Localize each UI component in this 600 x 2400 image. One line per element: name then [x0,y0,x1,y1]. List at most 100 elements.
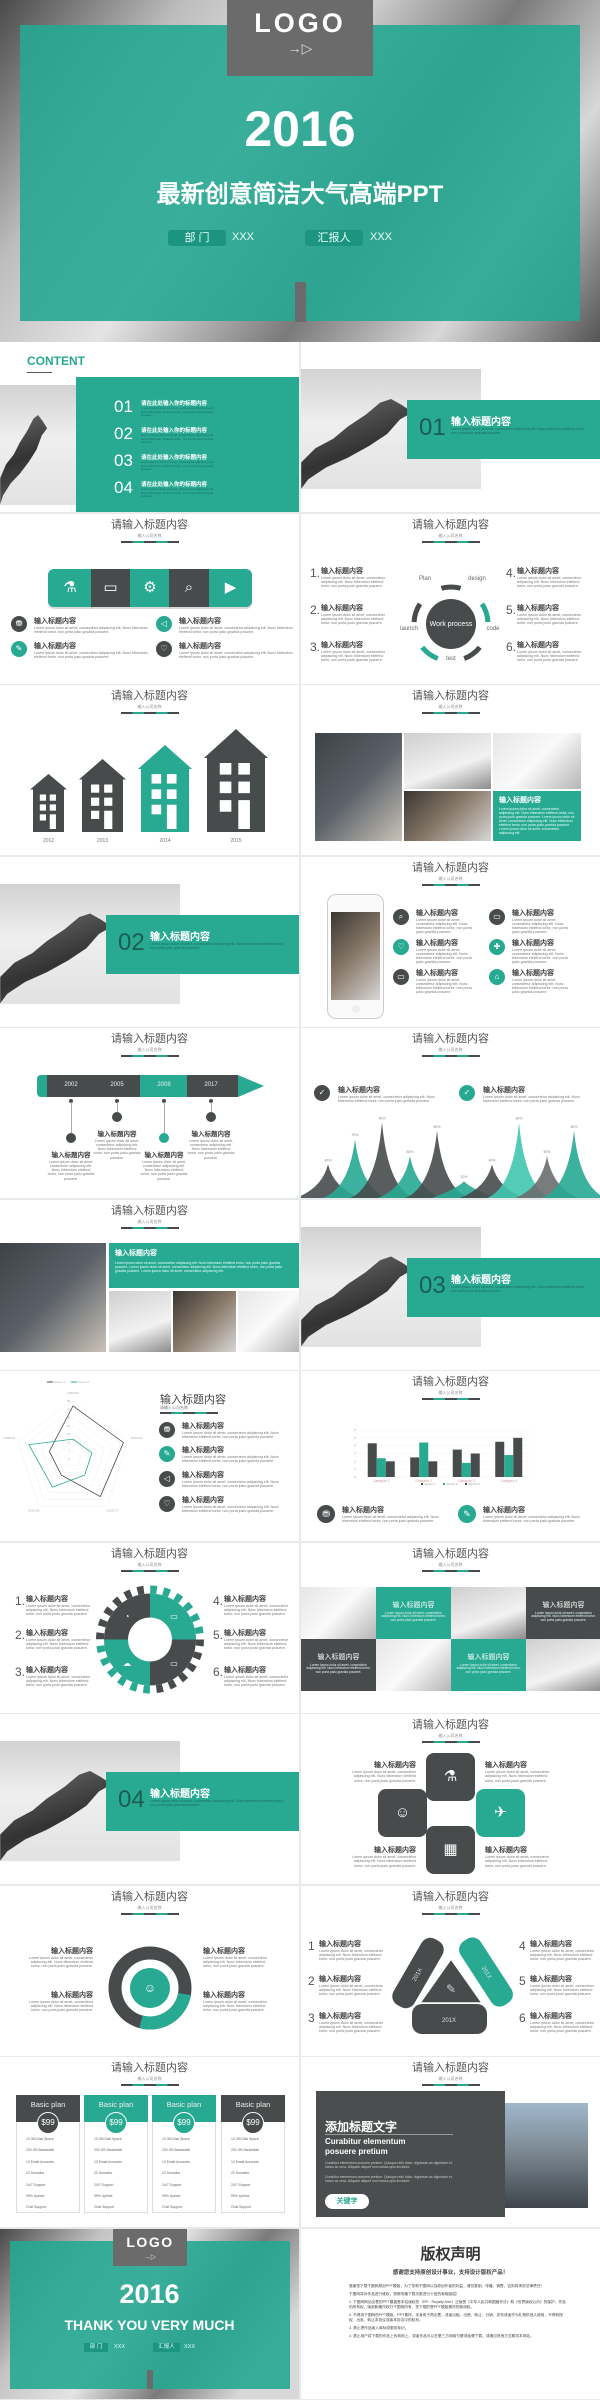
keyword-paragraph: Curabitur elementum posuere pretium. Qui… [325,2161,453,2170]
city-photo [505,2103,588,2208]
item-text: Lorem ipsum dolor sit amet, consectetur … [319,1983,383,1997]
list-item: 输入标题内容 Lorem ipsum dolor sit amet, consec… [319,1941,389,1962]
radar-tick-label: 5 [69,1449,71,1453]
item-text: Lorem ipsum dolor sit amet, consectetur … [93,1138,141,1160]
item-title: 输入标题内容 [517,641,559,649]
item-title: 输入标题内容 [517,567,559,575]
item-text: Lorem ipsum dolor sit amet, consectetur … [517,575,581,589]
list-item: 输入标题内容 Lorem ipsum dolor sit amet, consec… [26,1948,93,1969]
feature-icon: ⌕ [393,908,409,925]
radar-tick-label: 35 [67,1399,70,1403]
legend-swatch [465,1483,467,1485]
keyword-paragraph: Curabitur elementum posuere pretium. Qui… [325,2175,453,2184]
category-label: Category 4 [500,1479,517,1483]
item-title: 输入标题内容 [319,1975,361,1983]
list-item: 输入标题内容 Lorem ipsum dolor sit amet, consec… [512,910,574,935]
item-title: 输入标题内容 [485,1847,527,1854]
plan-feature: 200 GB Bandwidth [26,2148,55,2153]
title-divider [422,1569,480,1572]
feature-icon: ▭ [489,908,505,925]
plan-feature: 20 Domains [231,2171,250,2176]
plan-feature: 99% Uptime [162,2194,181,2198]
copyright-title: 版权声明 [420,2245,481,2263]
card-text: Lorem ipsum dolor sit amet, consectetur … [499,807,575,835]
item-text: Lorem ipsum dolor sit amet, consectetur … [352,1855,416,1868]
list-item: 输入标题内容 Lorem ipsum dolor sit amet, consec… [34,618,149,635]
item-title: 输入标题内容 [512,909,554,917]
plan-feature: 200 GB Bandwidth [231,2148,260,2153]
item-title: 输入标题内容 [374,1847,416,1854]
peak-value-label: 50% [543,1150,550,1154]
plan-feature: 99% Uptime [26,2194,45,2198]
contents-number: 01 [114,397,133,416]
list-item: 输入标题内容 Lorem ipsum dolor sit amet, consec… [224,1667,294,1688]
arrow-right-icon: →▷ [143,2253,157,2261]
pricing-slide: 请输入标题内容 输入公司名称 Basic plan $99 10 GB Disk Spa… [0,2057,299,2227]
section-banner: 02 输入标题内容 Lorem ipsum dolor sit amet, cons… [106,914,299,974]
item-title: 输入标题内容 [34,617,76,625]
banner-title: 输入标题内容 [115,1249,157,1257]
gear-icon: ⚙ [143,578,157,596]
bag-icon: ⛃ [317,1505,335,1523]
list-item: 输入标题内容 Lorem ipsum dolor sit amet, consec… [319,2013,389,2034]
item-text: Lorem ipsum dolor sit amet, consectetur … [203,1999,267,2013]
radar-chart: 051015202530352002/1/52002/1/62002/1/720… [3,1380,142,1513]
feature-icon: ✚ [489,938,505,955]
gear-quadrant-icon: ◔ [125,1612,130,1621]
text-tile: 输入标题内容 Lorem ipsum dolor sit amet, consec… [301,1638,376,1691]
item-text: Lorem ipsum dolor sit amet, consectetur … [187,1138,235,1160]
radar-tick-label: 30 [67,1407,70,1411]
item-number: 6. [213,1664,224,1679]
item-text: Lorem ipsum dolor sit amet, consectetur … [179,625,293,634]
item-title: 输入标题内容 [26,1595,68,1603]
keyword-subtitle: Curabitur elementum [325,2137,406,2146]
peak-value-label: 90% [378,1116,385,1120]
contents-item-text: Lorem ipsum dolor sit amet, consectetur … [141,406,215,418]
cycle-arrow [411,601,423,622]
item-text: Lorem ipsum dolor sit amet, consectetur … [512,947,568,965]
gear-quadrant [96,1584,151,1639]
item-title: 输入标题内容 [51,1991,93,1999]
house-window [49,794,56,801]
peak-value-label: 50% [406,1150,413,1154]
list-item: 输入标题内容 Lorem ipsum dolor sit amet, consec… [26,1667,96,1688]
contents-item-text: Lorem ipsum dolor sit amet, consectetur … [141,460,215,472]
list-item: 输入标题内容 Lorem ipsum dolor sit amet, consec… [179,643,294,660]
tile-title: 输入标题内容 [467,1653,510,1661]
section-text: Lorem ipsum dolor sit amet, consectetur … [451,1284,585,1293]
slide-subtitle: 输入公司名称 [438,704,463,709]
item-title: 输入标题内容 [144,1152,184,1159]
photo [173,1290,236,1352]
title-divider [121,1226,179,1229]
keyword-button[interactable]: 关键字 [325,2194,369,2209]
mountain-shape [0,415,48,505]
y-tick-label: 2 [354,1459,356,1463]
house-window [219,800,232,812]
item-title: 输入标题内容 [224,1666,266,1674]
item-number: 4. [213,1593,224,1608]
peak-value-label: 80% [570,1125,577,1129]
item-text: Lorem ipsum dolor sit amet, consectetur … [342,1515,439,1524]
item-text: Lorem ipsum dolor sit amet, consectetur … [182,1480,279,1489]
item-title: 输入标题内容 [182,1472,224,1479]
flask-icon: ⚗ [63,578,77,596]
bar-mark [410,1457,420,1477]
list-item: 输入标题内容 Lorem ipsum dolor sit amet, consec… [26,1596,96,1617]
photo [404,791,491,841]
copyright-paragraph: 3. 禁止把作品纳入商标或服务标记。 [349,2325,409,2330]
house-window [151,789,162,799]
title-divider [422,1741,480,1743]
item-text: Lorem ipsum dolor sit amet, consectetur … [321,612,385,626]
item-number: 6 [519,2010,526,2025]
plan-feature: 200 GB Bandwidth [162,2148,191,2153]
section-01-slide: 01 输入标题内容 Lorem ipsum dolor sit amet, cons… [301,342,600,512]
item-text: Lorem ipsum dolor sit amet, consectetur … [530,1983,594,1997]
photo [315,733,402,841]
item-number: 5. [506,602,517,617]
item-title: 输入标题内容 [97,1131,137,1138]
item-text: Lorem ipsum dolor sit amet, consectetur … [203,1955,267,1969]
radar-grid [64,1450,82,1466]
plan-feature: 10 Email Accounts [162,2159,190,2164]
item-text: Lorem ipsum dolor sit amet, consectetur … [319,2020,383,2034]
house-window [39,814,47,821]
